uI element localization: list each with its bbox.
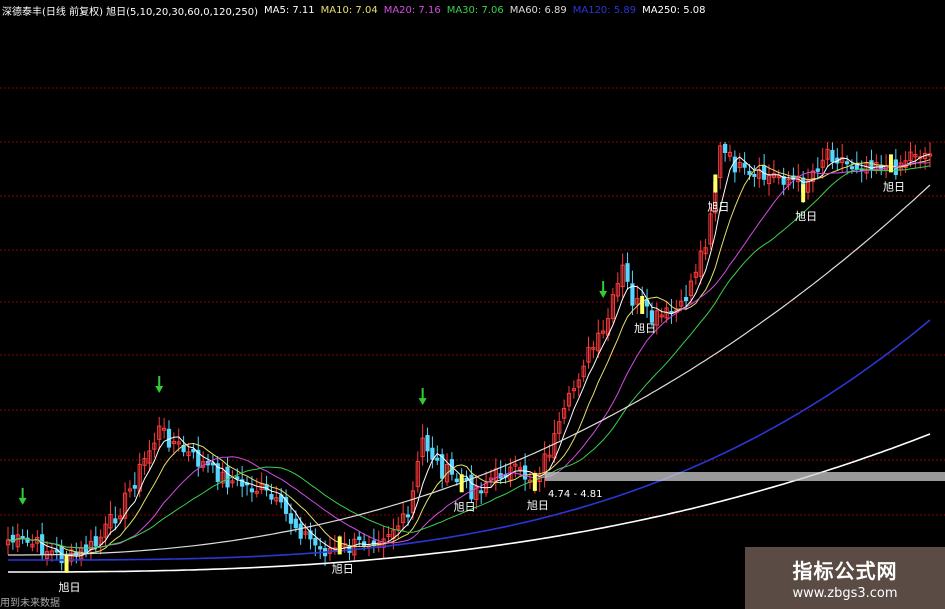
candle-body (225, 466, 230, 488)
signal-bar (64, 554, 69, 573)
signal-label: 旭日 (795, 209, 817, 223)
signal-label: 旭日 (634, 321, 656, 335)
signal-bar (640, 295, 645, 314)
signal-bar (801, 184, 806, 203)
candle-body (425, 435, 430, 452)
candle-body (830, 149, 835, 162)
candle-body (298, 523, 303, 539)
candle-body (430, 447, 435, 460)
ma10-line (7, 159, 931, 555)
signal-bar (459, 474, 464, 493)
candle-body (815, 168, 820, 172)
support-band-label: 4.74 - 4.81 (548, 489, 603, 500)
candle-body (405, 514, 411, 518)
candle-body (747, 170, 752, 175)
buy-arrow-head-icon (155, 386, 164, 394)
signal-bar (532, 472, 537, 491)
candle-body (235, 476, 240, 480)
candle-body (723, 143, 728, 153)
candle-body (269, 494, 274, 500)
candle-body (318, 546, 323, 550)
signal-label: 旭日 (707, 200, 729, 214)
signal-label: 旭日 (883, 179, 905, 193)
ma30-line (7, 165, 931, 549)
future-data-note: 用到未来数据 (0, 598, 60, 609)
candlestick-chart[interactable]: 4.74 - 4.81旭日旭日旭日 旭日旭日旭日旭日旭日 (0, 0, 945, 609)
watermark-title: 指标公式网 (792, 559, 898, 583)
watermark-url: www.zbgs3.com (792, 586, 898, 601)
candle-body (844, 161, 850, 165)
support-band (545, 472, 945, 481)
signal-label: 旭日 (332, 561, 354, 575)
candle-body (454, 478, 459, 483)
candle-body (313, 537, 318, 546)
buy-arrow-head-icon (599, 291, 608, 299)
chart-window: 深德泰丰(日线 前复权) 旭日(5,10,20,30,60,0,120,250)… (0, 0, 945, 609)
candle-body (357, 536, 362, 541)
candle-body (523, 465, 528, 480)
candle-body (625, 263, 630, 282)
candle-body (479, 490, 484, 494)
signal-bar (337, 536, 342, 555)
signal-bar (713, 174, 718, 193)
candle-body (249, 488, 255, 493)
candle-body (293, 518, 298, 529)
signal-label: 旭日 (59, 580, 81, 594)
candle-body (732, 156, 737, 173)
candle-body (113, 518, 118, 524)
candle-body (132, 485, 137, 489)
site-watermark: 指标公式网 www.zbgs3.com (745, 547, 945, 609)
candle-body (683, 296, 689, 302)
candle-body (83, 544, 89, 554)
candle-body (288, 513, 294, 524)
signal-label: 旭日 (527, 498, 549, 512)
buy-arrow-head-icon (418, 398, 427, 406)
candle-body (849, 166, 855, 170)
candle-body (742, 162, 747, 168)
signal-bar (888, 154, 893, 173)
buy-arrow-head-icon (18, 497, 27, 505)
candle-body (93, 536, 98, 547)
candle-body (752, 173, 757, 177)
candle-body (435, 457, 440, 461)
candle-body (191, 448, 196, 453)
candle-body (40, 534, 45, 555)
signal-label: 旭日 (454, 499, 476, 513)
candle-body (649, 310, 655, 323)
